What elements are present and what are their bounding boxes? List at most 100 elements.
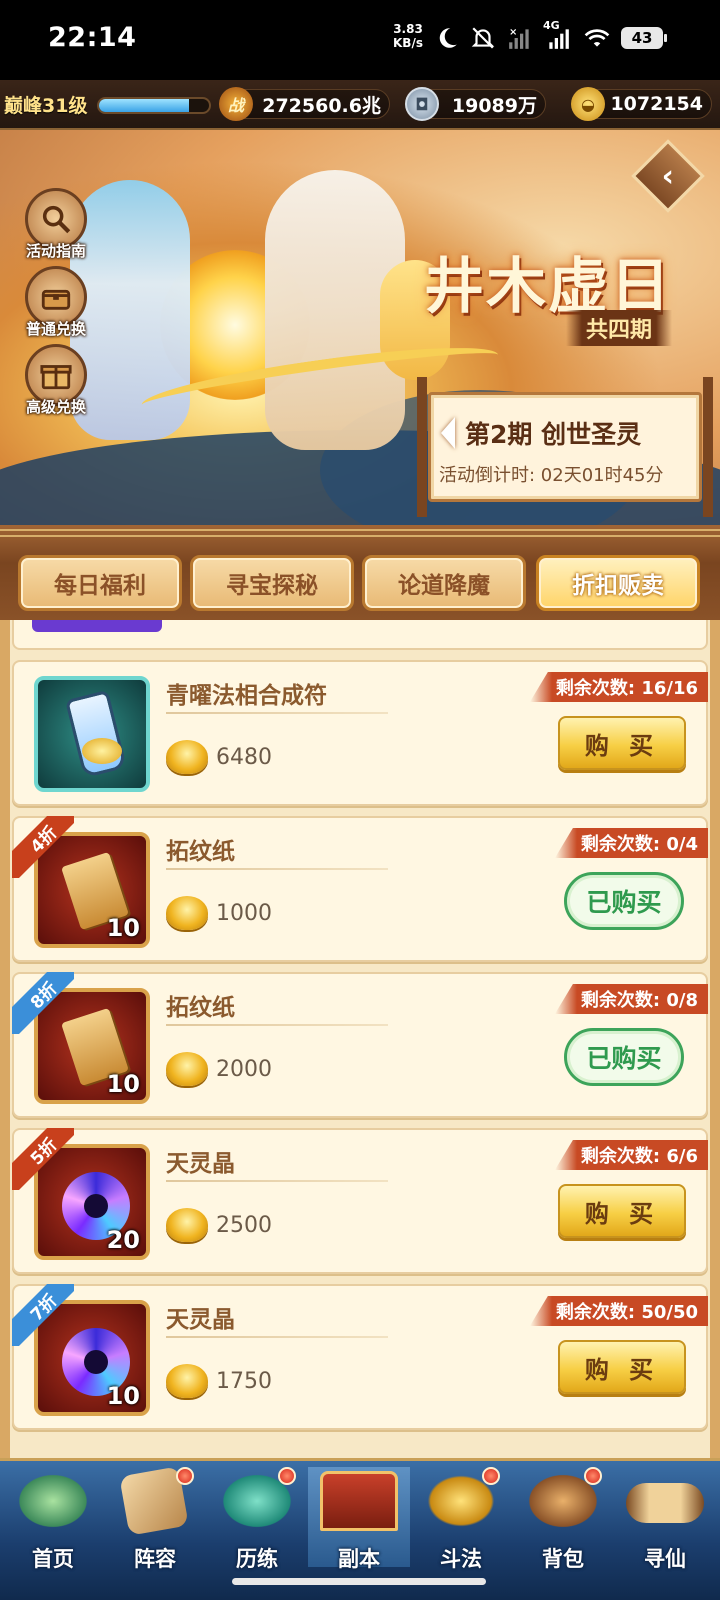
nav-battle[interactable]: 斗法: [410, 1467, 512, 1571]
item-price-value: 1750: [216, 1368, 272, 1394]
item-quantity: 10: [106, 914, 140, 942]
discount-ribbon: 5折: [12, 1128, 74, 1190]
network-speed: 3.83 KB/s: [393, 22, 423, 50]
network-speed-unit: KB/s: [393, 36, 423, 50]
home-island-icon: [14, 1471, 92, 1531]
activity-guide-label: 活动指南: [25, 242, 86, 260]
nav-label: 斗法: [440, 1547, 482, 1571]
event-stage-panel: 第2期 创世圣灵 活动倒计时: 02天01时45分: [417, 377, 713, 517]
tab-treasure-hunt[interactable]: 寻宝探秘: [190, 555, 354, 611]
resource-bar: 巅峰31级 战 272560.6兆 ◘ 19089万 ◒ 1072154: [0, 80, 720, 130]
status-icons: × 4G 43: [434, 19, 667, 54]
gold-ingot-icon: [166, 1364, 208, 1398]
remaining-count-tag: 剩余次数: 50/50: [529, 1296, 708, 1326]
talisman-shape: [64, 689, 128, 779]
normal-exchange-button[interactable]: 普通兑换: [20, 266, 92, 339]
silent-bell-icon: [471, 27, 495, 49]
copper-coins: ◘ 19089万: [405, 87, 546, 121]
scroll-icon: [626, 1483, 704, 1523]
nav-label: 背包: [542, 1547, 584, 1571]
copper-coins-value: 19089万: [451, 94, 537, 117]
discount-label: 4折: [12, 816, 74, 878]
purchased-badge: 已购买: [564, 1028, 684, 1086]
combat-power: 战 272560.6兆: [219, 87, 390, 121]
list-edge-left: [0, 620, 10, 1458]
copper-coin-icon: ◘: [405, 87, 439, 121]
network-speed-value: 3.83: [393, 22, 423, 36]
tab-bar: 每日福利 寻宝探秘 论道降魔 折扣贩卖: [0, 525, 720, 620]
signal-4g-icon: 4G: [543, 19, 573, 51]
tab-bar-ornament: [0, 529, 720, 537]
nav-backpack[interactable]: 背包: [512, 1467, 614, 1571]
normal-exchange-label: 普通兑换: [25, 320, 86, 338]
notification-dot: [176, 1467, 194, 1485]
tab-demon-subduing[interactable]: 论道降魔: [362, 555, 526, 611]
discount-ribbon: 8折: [12, 972, 74, 1034]
shop-list[interactable]: 青曜法相合成符 6480 剩余次数: 16/16 购 买 10 4折 拓纹纸 1…: [0, 620, 720, 1458]
discount-ribbon: 4折: [12, 816, 74, 878]
activity-guide-button[interactable]: 活动指南: [20, 188, 92, 261]
item-price: 6480: [166, 740, 272, 774]
signal-x-icon: ×: [509, 27, 529, 49]
remaining-count-tag: 剩余次数: 16/16: [529, 672, 708, 702]
nav-label: 阵容: [134, 1547, 176, 1571]
wifi-icon: [584, 29, 610, 47]
item-quantity: 20: [106, 1226, 140, 1254]
event-stage: 第2期 创世圣灵: [465, 420, 642, 449]
talisman-item-icon: [34, 676, 150, 792]
shop-item: 10 4折 拓纹纸 1000 剩余次数: 0/4 已购买: [12, 816, 708, 962]
item-divider: [166, 1336, 388, 1338]
nav-lineup[interactable]: 阵容: [104, 1466, 206, 1571]
item-name: 拓纹纸: [166, 839, 235, 865]
notification-dot: [482, 1467, 500, 1485]
item-price-value: 6480: [216, 744, 272, 770]
discount-label: 7折: [12, 1284, 74, 1346]
nav-seek-immortal[interactable]: 寻仙: [614, 1467, 716, 1571]
moon-icon: [439, 28, 457, 48]
gold-ingot-icon: [166, 896, 208, 930]
notification-dot: [278, 1467, 296, 1485]
tab-discount-sale[interactable]: 折扣贩卖: [536, 555, 700, 611]
buy-button[interactable]: 购 买: [558, 1340, 686, 1394]
tab-daily-welfare[interactable]: 每日福利: [18, 555, 182, 611]
home-gesture-bar[interactable]: [232, 1578, 486, 1585]
buy-button[interactable]: 购 买: [558, 716, 686, 770]
previous-stage-icon[interactable]: [441, 417, 455, 449]
item-name: 拓纹纸: [166, 995, 235, 1021]
level-progress-bar: [97, 97, 211, 114]
item-price: 1000: [166, 896, 272, 930]
discount-label: 5折: [12, 1128, 74, 1190]
nav-training[interactable]: 历练: [206, 1467, 308, 1571]
app-root: 22:14 3.83 KB/s × 4G 43 巅峰31级 战 272560.6…: [0, 0, 720, 1600]
item-name: 天灵晶: [166, 1151, 235, 1177]
nav-label: 副本: [338, 1547, 380, 1571]
back-button[interactable]: ‹: [631, 139, 705, 213]
event-countdown: 活动倒计时: 02天01时45分: [439, 465, 664, 486]
list-edge-right: [710, 620, 720, 1458]
talisman-ornament: [82, 738, 122, 764]
item-price-value: 2500: [216, 1212, 272, 1238]
clock: 22:14: [48, 22, 137, 53]
gate-icon: [320, 1471, 398, 1531]
event-periods: 共四期: [566, 310, 673, 346]
item-divider: [166, 868, 388, 870]
item-price: 2500: [166, 1208, 272, 1242]
advanced-exchange-button[interactable]: 高级兑换: [20, 344, 92, 417]
buy-button[interactable]: 购 买: [558, 1184, 686, 1238]
discount-ribbon: 7折: [12, 1284, 74, 1346]
combat-icon: 战: [219, 87, 253, 121]
gold-ingot-icon: [166, 1052, 208, 1086]
combat-power-value: 272560.6兆: [262, 94, 381, 117]
shop-item: 青曜法相合成符 6480 剩余次数: 16/16 购 买: [12, 660, 708, 806]
shop-item: 10 8折 拓纹纸 2000 剩余次数: 0/8 已购买: [12, 972, 708, 1118]
nav-home[interactable]: 首页: [2, 1467, 104, 1571]
list-item-partial: [12, 620, 708, 650]
partial-item-icon: [32, 620, 162, 632]
nav-dungeon[interactable]: 副本: [308, 1467, 410, 1571]
level-progress-fill: [99, 99, 190, 112]
shop-item: 10 7折 天灵晶 1750 剩余次数: 50/50 购 买: [12, 1284, 708, 1430]
gold-ingots-value: 1072154: [610, 93, 703, 115]
item-price-value: 1000: [216, 900, 272, 926]
back-arrow-icon: ‹: [661, 158, 675, 194]
item-divider: [166, 1024, 388, 1026]
